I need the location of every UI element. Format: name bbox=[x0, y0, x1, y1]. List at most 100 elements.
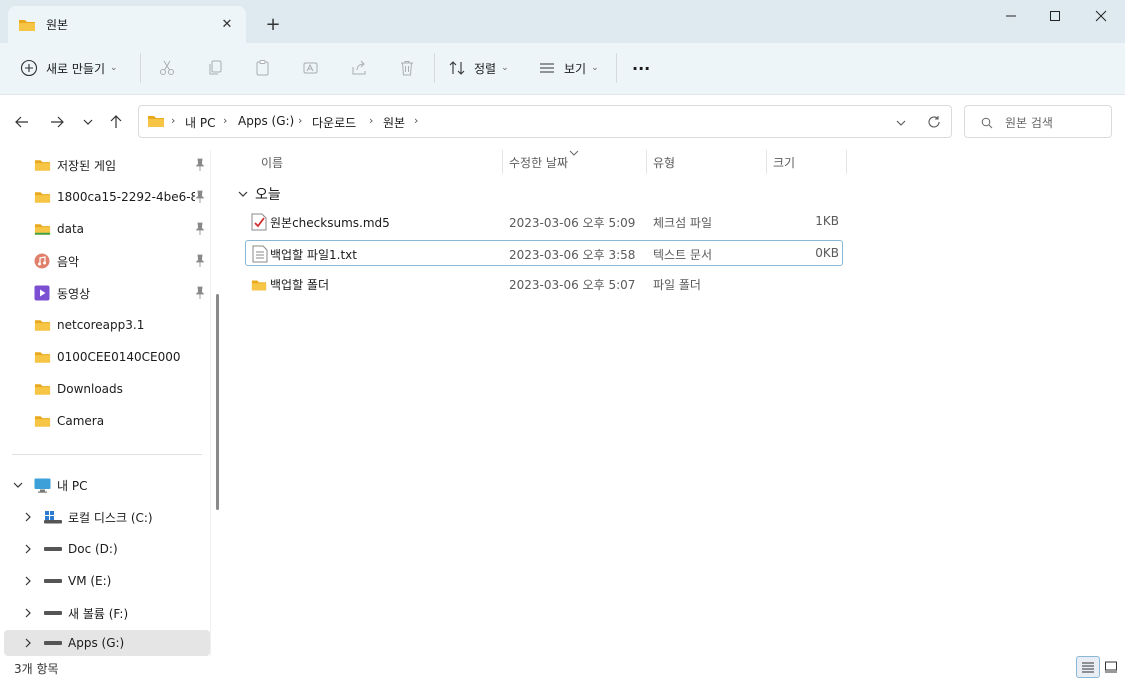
sidebar-item-drive-d[interactable]: Doc (D:) bbox=[4, 534, 210, 564]
sidebar-item-drive-f[interactable]: 새 볼륨 (F:) bbox=[4, 598, 210, 628]
sidebar-item-netcoreapp[interactable]: netcoreapp3.1 bbox=[4, 310, 210, 340]
search-placeholder: 원본 검색 bbox=[1005, 116, 1053, 130]
sidebar-item-saved-games[interactable]: 저장된 게임 bbox=[4, 150, 210, 180]
breadcrumb-separator: › bbox=[414, 114, 419, 127]
search-box[interactable]: 원본 검색 bbox=[964, 105, 1112, 138]
column-header-size[interactable]: 크기 bbox=[773, 154, 795, 171]
sidebar-item-drive-c[interactable]: 로컬 디스크 (C:) bbox=[4, 502, 210, 532]
copy-icon[interactable] bbox=[202, 55, 228, 81]
command-bar: 새로 만들기 ⌄ 정렬 ⌄ 보기 ⌄ ··· bbox=[0, 43, 1125, 95]
sidebar-item-label: 로컬 디스크 (C:) bbox=[68, 510, 153, 525]
file-date: 2023-03-06 오후 5:07 bbox=[509, 278, 636, 292]
sidebar-item-camera[interactable]: Camera bbox=[4, 406, 210, 436]
rename-icon[interactable] bbox=[298, 55, 324, 81]
column-divider[interactable] bbox=[766, 150, 767, 174]
sidebar-item-downloads[interactable]: Downloads bbox=[4, 374, 210, 404]
column-divider[interactable] bbox=[846, 150, 847, 174]
view-button[interactable]: 보기 ⌄ bbox=[538, 53, 599, 83]
arrow-up-icon bbox=[110, 115, 122, 128]
back-button[interactable] bbox=[10, 110, 34, 134]
arrow-left-icon bbox=[15, 116, 28, 128]
breadcrumb-current[interactable]: 원본 bbox=[383, 114, 405, 131]
sidebar-divider bbox=[12, 454, 202, 455]
sidebar-item-videos[interactable]: 동영상 bbox=[4, 278, 210, 308]
chevron-right-icon[interactable] bbox=[22, 637, 34, 649]
breadcrumb-apps-drive[interactable]: Apps (G:) bbox=[238, 114, 294, 128]
sidebar-item-music[interactable]: 음악 bbox=[4, 246, 210, 276]
column-header-name[interactable]: 이름 bbox=[261, 154, 283, 171]
toolbar-divider bbox=[434, 53, 435, 83]
sort-button[interactable]: 정렬 ⌄ bbox=[448, 53, 509, 83]
tiles-view-button[interactable] bbox=[1099, 656, 1123, 678]
breadcrumb-this-pc[interactable]: 내 PC bbox=[185, 114, 215, 131]
tab-close-icon[interactable]: ✕ bbox=[218, 15, 236, 33]
more-options-button[interactable]: ··· bbox=[632, 53, 650, 83]
close-window-button[interactable] bbox=[1078, 0, 1124, 32]
file-name: 원본checksums.md5 bbox=[270, 216, 390, 230]
sidebar-item-label: 음악 bbox=[57, 254, 80, 269]
chevron-down-icon bbox=[83, 119, 93, 125]
chevron-down-icon[interactable] bbox=[12, 479, 24, 491]
breadcrumb-separator: › bbox=[223, 114, 228, 127]
group-header-today[interactable]: 오늘 bbox=[237, 184, 281, 204]
sidebar-item-drive-e[interactable]: VM (E:) bbox=[4, 566, 210, 596]
navigation-pane: 저장된 게임 1800ca15-2292-4be6-81 data 음악 동영상… bbox=[0, 148, 228, 656]
maximize-button[interactable] bbox=[1032, 0, 1078, 32]
file-type: 체크섬 파일 bbox=[653, 216, 713, 230]
checksum-file-icon bbox=[251, 213, 267, 231]
new-button[interactable]: 새로 만들기 ⌄ bbox=[20, 53, 118, 83]
forward-button[interactable] bbox=[45, 110, 69, 134]
chevron-down-icon bbox=[238, 191, 248, 197]
tab-title: 원본 bbox=[46, 18, 69, 32]
folder-green-icon bbox=[34, 224, 51, 235]
breadcrumb-downloads[interactable]: 다운로드 bbox=[312, 114, 356, 131]
view-label: 보기 bbox=[564, 61, 587, 76]
recent-locations-button[interactable] bbox=[76, 110, 100, 134]
address-dropdown-icon[interactable] bbox=[895, 117, 907, 129]
address-bar[interactable]: › 내 PC › Apps (G:) › 다운로드 › 원본 › bbox=[138, 105, 952, 138]
details-view-button[interactable] bbox=[1076, 656, 1100, 678]
sidebar-item-title-id-folder[interactable]: 0100CEE0140CE000 bbox=[4, 342, 210, 372]
cut-icon[interactable] bbox=[154, 55, 180, 81]
sort-descending-icon bbox=[569, 150, 579, 156]
chevron-right-icon[interactable] bbox=[22, 607, 34, 619]
drive-icon bbox=[44, 641, 62, 645]
up-button[interactable] bbox=[104, 110, 128, 134]
folder-icon bbox=[148, 116, 164, 127]
file-row[interactable]: 백업할 파일1.txt 2023-03-06 오후 3:58 텍스트 문서 0K… bbox=[245, 240, 843, 266]
paste-icon[interactable] bbox=[250, 55, 276, 81]
sidebar-item-label: Downloads bbox=[57, 382, 123, 396]
column-divider[interactable] bbox=[502, 150, 503, 174]
tab-current[interactable]: 원본 ✕ bbox=[8, 6, 246, 43]
delete-icon[interactable] bbox=[394, 55, 420, 81]
tiles-view-icon bbox=[1105, 661, 1117, 673]
file-type: 텍스트 문서 bbox=[653, 248, 713, 262]
file-type: 파일 폴더 bbox=[653, 278, 701, 292]
sidebar-item-this-pc[interactable]: 내 PC bbox=[4, 470, 210, 500]
minimize-button[interactable] bbox=[988, 0, 1034, 32]
chevron-down-icon: ⌄ bbox=[110, 63, 118, 73]
folder-icon bbox=[251, 280, 267, 291]
file-row[interactable]: 원본checksums.md5 2023-03-06 오후 5:09 체크섬 파… bbox=[245, 209, 843, 235]
column-header-type[interactable]: 유형 bbox=[653, 154, 675, 171]
column-header-date[interactable]: 수정한 날짜 bbox=[509, 154, 568, 171]
chevron-right-icon[interactable] bbox=[22, 543, 34, 555]
chevron-right-icon[interactable] bbox=[22, 511, 34, 523]
folder-icon bbox=[34, 352, 51, 363]
sidebar-item-guid-folder[interactable]: 1800ca15-2292-4be6-81 bbox=[4, 182, 210, 212]
sidebar-item-label: 동영상 bbox=[57, 286, 91, 301]
sidebar-item-data[interactable]: data bbox=[4, 214, 210, 244]
chevron-right-icon[interactable] bbox=[22, 575, 34, 587]
share-icon[interactable] bbox=[346, 55, 372, 81]
music-icon bbox=[34, 253, 50, 269]
refresh-icon[interactable] bbox=[927, 115, 941, 129]
file-row[interactable]: 백업할 폴더 2023-03-06 오후 5:07 파일 폴더 bbox=[245, 271, 843, 297]
item-count: 3개 항목 bbox=[14, 662, 59, 676]
new-tab-button[interactable]: + bbox=[262, 13, 284, 35]
sidebar-item-drive-g[interactable]: Apps (G:) bbox=[4, 630, 210, 656]
sidebar-item-label: Doc (D:) bbox=[68, 542, 118, 556]
details-view-icon bbox=[1082, 662, 1094, 673]
column-divider[interactable] bbox=[646, 150, 647, 174]
sidebar-item-label: 저장된 게임 bbox=[57, 158, 117, 173]
pin-icon bbox=[195, 222, 205, 235]
